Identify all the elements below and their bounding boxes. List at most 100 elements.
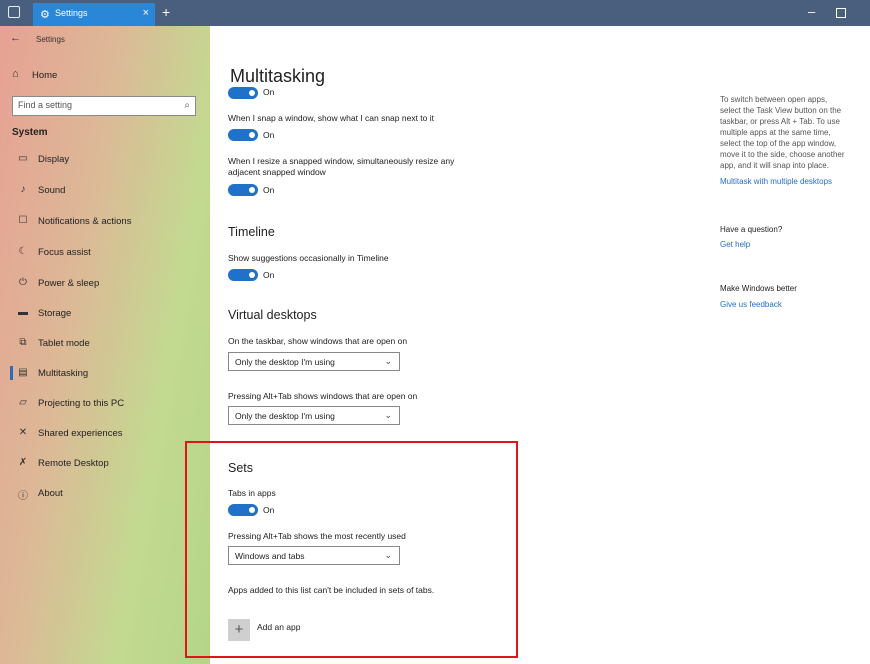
multitasking-icon: ▤ [18,367,28,378]
title-bar: ⚙ Settings × + – [0,0,870,26]
moon-icon: ☾ [18,246,28,257]
chevron-down-icon: ⌄ [384,410,392,420]
alttab-desktops-label: Pressing Alt+Tab shows windows that are … [228,391,418,401]
snap-top-toggle[interactable] [228,87,258,99]
power-icon: ⏻ [19,277,27,288]
sets-exclude-note: Apps added to this list can't be include… [228,585,435,595]
info-icon: ⓘ [18,491,28,502]
tablet-icon: ⧉ [19,337,27,348]
resize-snapped-label-line2: adjacent snapped window [228,167,326,177]
help-text-line: move it to the side, choose another [720,150,845,159]
sidebar-item-tablet-mode[interactable]: ⧉ Tablet mode [0,331,210,357]
toggle-state: On [263,185,275,195]
sidebar-item-notifications[interactable]: ☐ Notifications & actions [0,209,210,235]
toggle-state: On [263,505,275,515]
alttab-sets-label: Pressing Alt+Tab shows the most recently… [228,531,406,541]
sidebar-item-multitasking[interactable]: ▤ Multitasking [0,361,210,387]
search-icon[interactable]: ⌕ [184,100,190,111]
sidebar-item-label: Shared experiences [38,428,123,439]
dropdown-value: Windows and tabs [235,551,305,561]
chevron-down-icon: ⌄ [384,550,392,560]
question-heading: Have a question? [720,225,783,234]
tab-close-icon[interactable]: × [143,7,149,19]
help-text-line: taskbar, or press Alt + Tab. To use [720,117,840,126]
display-icon: ▭ [18,153,28,164]
taskbar-windows-dropdown[interactable]: Only the desktop I'm using ⌄ [228,352,400,371]
gear-icon: ⚙ [40,9,50,21]
get-help-link[interactable]: Get help [720,239,870,250]
sidebar-item-about[interactable]: ⓘ About [0,481,210,507]
alttab-sets-dropdown[interactable]: Windows and tabs ⌄ [228,546,400,565]
sidebar-item-display[interactable]: ▭ Display [0,147,210,173]
sidebar-item-remote-desktop[interactable]: ✗ Remote Desktop [0,451,210,477]
projector-icon: ▱ [19,397,27,408]
breadcrumb: Settings [36,35,65,44]
sidebar-item-label: Multitasking [38,368,89,379]
taskbar-windows-label: On the taskbar, show windows that are op… [228,336,408,346]
snap-next-label: When I snap a window, show what I can sn… [228,113,435,123]
sidebar-item-shared-experiences[interactable]: ✕ Shared experiences [0,421,210,447]
dropdown-value: Only the desktop I'm using [235,357,335,367]
tabs-in-apps-toggle[interactable] [228,504,258,516]
dropdown-value: Only the desktop I'm using [235,411,335,421]
home-icon[interactable]: ⌂ [12,68,19,80]
add-app-label[interactable]: Add an app [257,622,300,632]
notification-icon: ☐ [18,215,28,226]
help-text-line: app, and it will snap into place. [720,161,829,170]
sidebar-item-label: Tablet mode [38,338,90,349]
sidebar-item-sound[interactable]: ♪ Sound [0,178,210,204]
sidebar-item-label: Projecting to this PC [38,398,125,409]
sidebar-item-label: Remote Desktop [38,458,109,469]
chevron-down-icon: ⌄ [384,356,392,366]
timeline-suggestions-label: Show suggestions occasionally in Timelin… [228,253,389,263]
timeline-suggestions-toggle[interactable] [228,269,258,281]
toggle-state: On [263,87,275,97]
sidebar-item-storage[interactable]: ▬ Storage [0,301,210,327]
sidebar-item-label: About [38,488,63,499]
sidebar-item-power-sleep[interactable]: ⏻ Power & sleep [0,271,210,297]
app-switch-icon[interactable] [8,6,20,18]
sidebar-item-label: Focus assist [38,247,91,258]
plus-icon: + [234,621,244,638]
search-box[interactable]: ⌕ [12,96,196,116]
toggle-state: On [263,270,275,280]
sidebar: ← Settings ⌂ Home ⌕ System ▭ Display ♪ S… [0,26,210,664]
tabs-in-apps-label: Tabs in apps [228,488,276,498]
sidebar-item-label: Power & sleep [38,278,100,289]
virtual-desktops-heading: Virtual desktops [228,308,317,322]
home-link[interactable]: Home [32,70,57,81]
help-text-line: select the top of the app window, [720,139,837,148]
resize-snapped-label-line1: When I resize a snapped window, simultan… [228,156,455,166]
make-windows-better-heading: Make Windows better [720,284,797,293]
storage-icon: ▬ [18,307,28,318]
sidebar-item-label: Sound [38,185,66,196]
page-title: Multitasking [230,66,326,86]
new-tab-icon[interactable]: + [162,4,170,20]
help-text-line: To switch between open apps, [720,95,828,104]
resize-snapped-toggle[interactable] [228,184,258,196]
alttab-desktops-dropdown[interactable]: Only the desktop I'm using ⌄ [228,406,400,425]
speaker-icon: ♪ [20,184,26,195]
snap-next-toggle[interactable] [228,129,258,141]
sidebar-item-label: Notifications & actions [38,216,132,227]
sidebar-item-projecting[interactable]: ▱ Projecting to this PC [0,391,210,417]
sets-heading: Sets [228,461,254,475]
sidebar-section-title: System [12,127,48,138]
maximize-icon[interactable] [836,8,846,18]
toggle-state: On [263,130,275,140]
search-input[interactable] [18,100,168,110]
timeline-heading: Timeline [228,225,275,239]
multitask-desktops-link[interactable]: Multitask with multiple desktops [720,176,870,187]
add-app-button[interactable]: + [228,619,250,641]
give-feedback-link[interactable]: Give us feedback [720,299,870,310]
sidebar-item-focus-assist[interactable]: ☾ Focus assist [0,240,210,266]
help-text-line: select the Task View button on the [720,106,842,115]
tab-title: Settings [55,8,88,18]
help-text-line: multiple apps at the same time, [720,128,831,137]
sidebar-item-label: Storage [38,308,72,319]
tab-settings[interactable]: ⚙ Settings × [33,3,155,26]
sidebar-item-label: Display [38,154,70,165]
minimize-icon[interactable]: – [808,4,815,19]
shared-icon: ✕ [18,427,28,438]
back-arrow-icon[interactable]: ← [10,32,21,44]
